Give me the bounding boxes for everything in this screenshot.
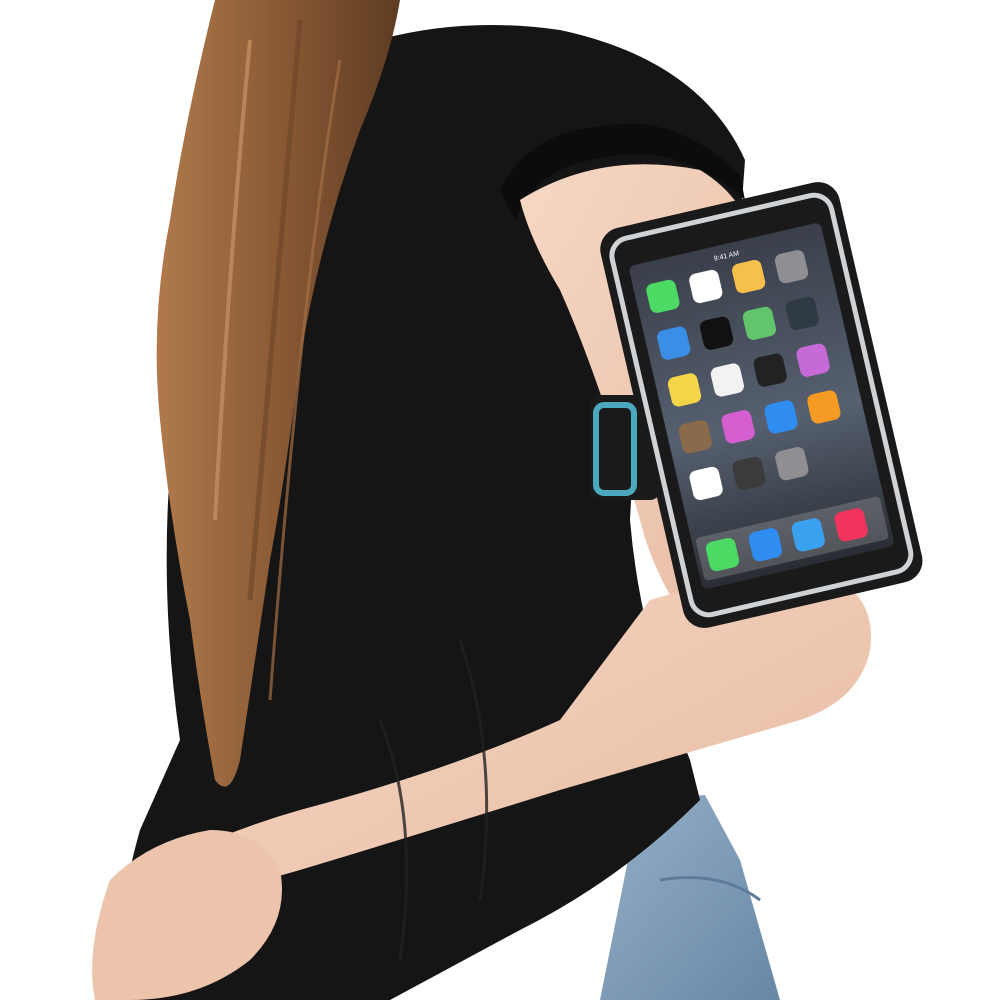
photo-scene: 9:41 AM: [0, 0, 1000, 1000]
